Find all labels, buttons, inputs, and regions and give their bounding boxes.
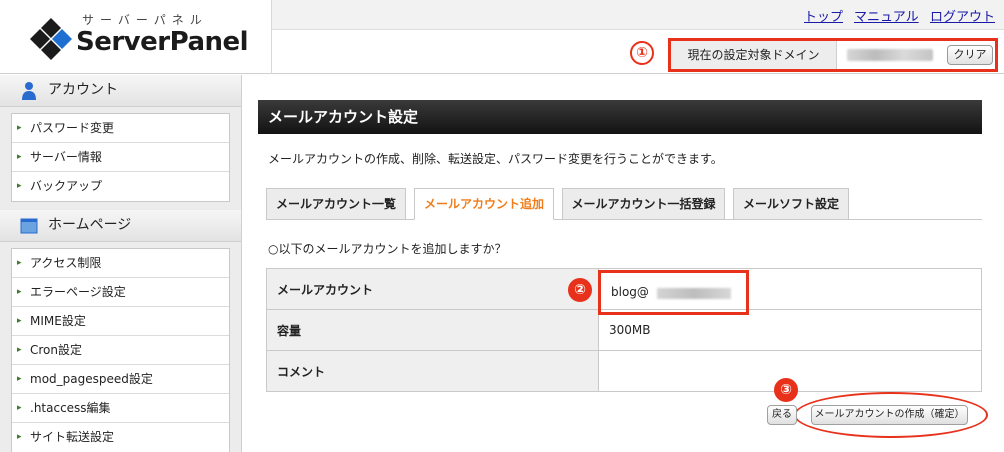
page-title: メールアカウント設定 bbox=[258, 100, 982, 134]
sidebar-item-access-restriction[interactable]: ▸ アクセス制限 bbox=[12, 249, 229, 278]
sidebar-section-title: アカウント bbox=[48, 82, 118, 98]
create-account-confirm-button[interactable]: メールアカウントの作成（確定） bbox=[811, 405, 968, 425]
sidebar-item-htaccess[interactable]: ▸ .htaccess編集 bbox=[12, 394, 229, 423]
arrow-icon: ▸ bbox=[17, 123, 22, 133]
sidebar-item-label: パスワード変更 bbox=[30, 121, 115, 135]
arrow-icon: ▸ bbox=[17, 432, 22, 442]
window-icon bbox=[20, 218, 38, 234]
arrow-icon: ▸ bbox=[17, 152, 22, 162]
sidebar-item-server-info[interactable]: ▸ サーバー情報 bbox=[12, 143, 229, 172]
sidebar-section-account: アカウント bbox=[0, 75, 241, 107]
logo-kana: サーバーパネル bbox=[82, 13, 208, 27]
nav-top-link[interactable]: トップ bbox=[804, 6, 843, 25]
current-domain-value-blurred bbox=[847, 49, 933, 61]
sidebar-item-label: サーバー情報 bbox=[30, 150, 102, 164]
nav-logout-link[interactable]: ログアウト bbox=[930, 6, 995, 25]
email-domain-blurred bbox=[657, 288, 731, 299]
arrow-icon: ▸ bbox=[17, 287, 22, 297]
marker-2: ② bbox=[568, 278, 592, 302]
sidebar-item-backup[interactable]: ▸ バックアップ bbox=[12, 172, 229, 201]
current-domain-panel: 現在の設定対象ドメイン クリア bbox=[668, 38, 998, 72]
sidebar-item-label: Cron設定 bbox=[30, 343, 82, 357]
serverpanel-logo-icon bbox=[30, 18, 72, 60]
logo-text: ServerPanel bbox=[76, 27, 249, 57]
sidebar-item-pagespeed[interactable]: ▸ mod_pagespeed設定 bbox=[12, 365, 229, 394]
page-description: メールアカウントの作成、削除、転送設定、パスワード変更を行うことができます。 bbox=[268, 152, 723, 166]
tab-mail-account-list[interactable]: メールアカウント一覧 bbox=[266, 188, 406, 220]
confirm-question: ○以下のメールアカウントを追加しますか？ bbox=[268, 242, 507, 256]
arrow-icon: ▸ bbox=[17, 181, 22, 191]
tab-mail-account-add[interactable]: メールアカウント追加 bbox=[414, 188, 554, 220]
sidebar-list-account: ▸ パスワード変更 ▸ サーバー情報 ▸ バックアップ bbox=[11, 113, 230, 202]
header: サーバーパネル ServerPanel トップ マニュアル ログアウト ① 現在… bbox=[0, 0, 1004, 74]
sidebar-item-error-page[interactable]: ▸ エラーページ設定 bbox=[12, 278, 229, 307]
sidebar-item-password[interactable]: ▸ パスワード変更 bbox=[12, 114, 229, 143]
arrow-icon: ▸ bbox=[17, 345, 22, 355]
nav-manual-link[interactable]: マニュアル bbox=[854, 6, 919, 25]
logo[interactable]: サーバーパネル ServerPanel bbox=[0, 0, 272, 74]
sidebar-section-title: ホームページ bbox=[48, 217, 132, 233]
email-value: blog@ bbox=[611, 285, 649, 299]
sidebar-section-homepage: ホームページ bbox=[0, 210, 241, 242]
back-button[interactable]: 戻る bbox=[767, 405, 797, 425]
table-row: 容量 300MB bbox=[266, 309, 982, 351]
sidebar-item-cron[interactable]: ▸ Cron設定 bbox=[12, 336, 229, 365]
clear-domain-button[interactable]: クリア bbox=[947, 45, 993, 65]
row-label-comment: コメント bbox=[266, 350, 599, 392]
sidebar-item-label: .htaccess編集 bbox=[30, 401, 111, 415]
tab-bar: メールアカウント一覧 メールアカウント追加 メールアカウント一括登録 メールソフ… bbox=[266, 188, 982, 220]
sidebar-item-label: エラーページ設定 bbox=[30, 285, 126, 299]
sidebar: アカウント ▸ パスワード変更 ▸ サーバー情報 ▸ バックアップ ホームページ ▸ ア… bbox=[0, 75, 242, 452]
marker-3: ③ bbox=[774, 378, 798, 402]
sidebar-item-site-redirect[interactable]: ▸ サイト転送設定 bbox=[12, 423, 229, 452]
top-nav: トップ マニュアル ログアウト bbox=[272, 0, 1004, 30]
user-icon bbox=[22, 82, 36, 100]
sidebar-list-homepage: ▸ アクセス制限 ▸ エラーページ設定 ▸ MIME設定 ▸ Cron設定 ▸ mod_p… bbox=[11, 248, 230, 452]
sidebar-item-label: アクセス制限 bbox=[30, 256, 102, 270]
arrow-icon: ▸ bbox=[17, 316, 22, 326]
table-row: コメント bbox=[266, 350, 982, 392]
sidebar-item-mime[interactable]: ▸ MIME設定 bbox=[12, 307, 229, 336]
tab-mail-account-bulk[interactable]: メールアカウント一括登録 bbox=[562, 188, 725, 220]
arrow-icon: ▸ bbox=[17, 403, 22, 413]
main-content: メールアカウント設定 メールアカウントの作成、削除、転送設定、パスワード変更を行… bbox=[258, 100, 982, 392]
row-label-mail-account: メールアカウント bbox=[266, 268, 599, 310]
current-domain-label: 現在の設定対象ドメイン bbox=[671, 41, 837, 69]
row-label-capacity: 容量 bbox=[266, 309, 599, 351]
arrow-icon: ▸ bbox=[17, 374, 22, 384]
sidebar-item-label: MIME設定 bbox=[30, 314, 86, 328]
sidebar-item-label: サイト転送設定 bbox=[30, 430, 115, 444]
arrow-icon: ▸ bbox=[17, 258, 22, 268]
row-value-capacity: 300MB bbox=[598, 309, 982, 351]
marker-1: ① bbox=[630, 41, 654, 65]
sidebar-item-label: mod_pagespeed設定 bbox=[30, 372, 153, 386]
email-highlight-box: blog@ bbox=[598, 270, 749, 315]
tab-mail-software[interactable]: メールソフト設定 bbox=[733, 188, 849, 220]
sidebar-item-label: バックアップ bbox=[30, 179, 103, 193]
